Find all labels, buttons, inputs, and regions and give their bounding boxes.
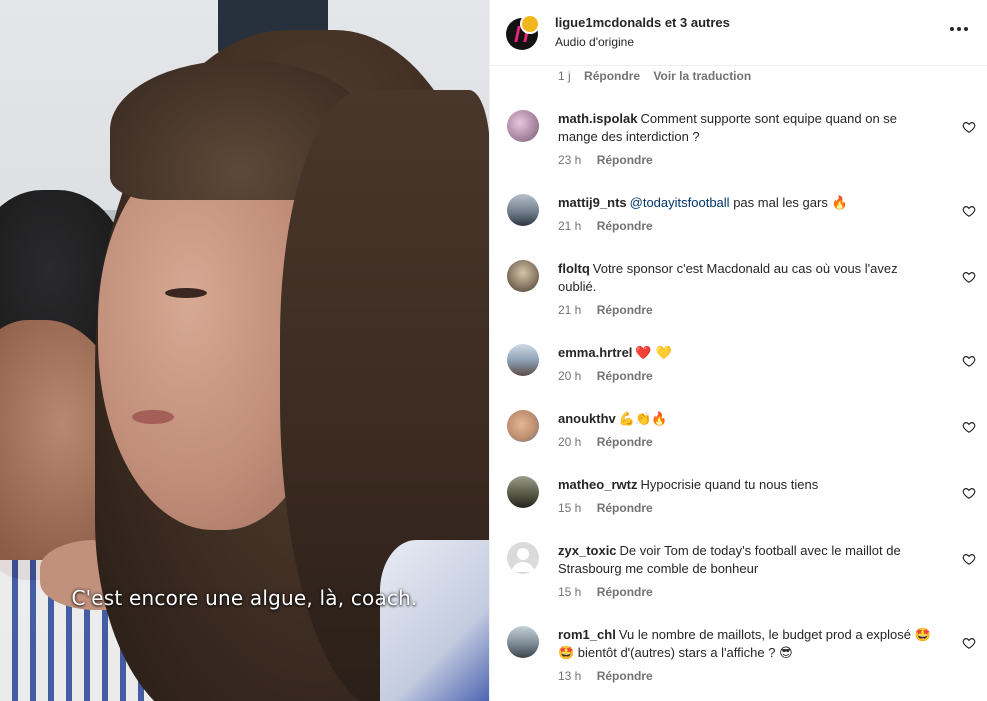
heart-outline-icon[interactable] [962, 486, 976, 500]
comment-meta: 21 h Répondre [558, 303, 665, 317]
comment-time: 15 h [558, 585, 582, 599]
comment-time: 13 h [558, 669, 582, 683]
heart-outline-icon[interactable] [962, 204, 976, 218]
comment-username[interactable]: math.ispolak [558, 111, 637, 126]
comment-username[interactable]: zyx_toxic [558, 543, 617, 558]
video-player[interactable]: C'est encore une algue, là, coach. [0, 0, 489, 701]
comments-panel: ligue1mcdonalds et 3 autres Audio d'orig… [489, 0, 987, 701]
video-girl-eye [165, 288, 207, 298]
comment-reply-button[interactable]: Répondre [597, 153, 653, 167]
comment-avatar[interactable] [507, 410, 539, 442]
comment-time: 23 h [558, 153, 582, 167]
heart-outline-icon[interactable] [962, 636, 976, 650]
comment-reply-button[interactable]: Répondre [597, 585, 653, 599]
comment-reply-button[interactable]: Répondre [597, 369, 653, 383]
comment-meta: 15 h Répondre [558, 585, 665, 599]
comment-body: mattij9_nts @todayitsfootball pas mal les… [558, 194, 938, 212]
comment-body: floltq Votre sponsor c'est Macdonald au c… [558, 260, 938, 296]
heart-outline-icon[interactable] [962, 420, 976, 434]
comment-avatar[interactable] [507, 626, 539, 658]
comment-body: matheo_rwtz Hypocrisie quand tu nous tien… [558, 476, 938, 494]
comment-time: 21 h [558, 219, 582, 233]
comment-text: ❤️ 💛 [635, 346, 672, 361]
comment-username[interactable]: floltq [558, 261, 590, 276]
comment-avatar[interactable] [507, 344, 539, 376]
default-avatar-icon[interactable] [507, 542, 539, 574]
comment-avatar[interactable] [507, 260, 539, 292]
comment-time: 20 h [558, 369, 582, 383]
comment-body: math.ispolak Comment supporte sont equipe… [558, 110, 938, 146]
comment-mention-link[interactable]: @todayitsfootball [630, 195, 730, 210]
caption-time: 1 j [558, 69, 571, 83]
caption-reply-button[interactable]: Répondre [584, 69, 640, 83]
comment-username[interactable]: mattij9_nts [558, 195, 627, 210]
comment-meta: 13 h Répondre [558, 669, 665, 683]
comment-body: zyx_toxic De voir Tom de today's football… [558, 542, 938, 578]
comment-username[interactable]: matheo_rwtz [558, 477, 637, 492]
comment-text: pas mal les gars 🔥 [733, 195, 848, 210]
comment-time: 21 h [558, 303, 582, 317]
comment-meta: 20 h Répondre [558, 435, 665, 449]
video-girl-shirt [380, 540, 489, 701]
comment-avatar[interactable] [507, 110, 539, 142]
post-header: ligue1mcdonalds et 3 autres Audio d'orig… [490, 0, 987, 66]
comment-reply-button[interactable]: Répondre [597, 219, 653, 233]
comment-avatar[interactable] [507, 194, 539, 226]
comment-body: rom1_chl Vu le nombre de maillots, le bud… [558, 626, 938, 662]
comment-username[interactable]: rom1_chl [558, 627, 616, 642]
comment-meta: 21 h Répondre [558, 219, 665, 233]
video-subtitle: C'est encore une algue, là, coach. [71, 586, 418, 610]
comment-reply-button[interactable]: Répondre [597, 501, 653, 515]
heart-outline-icon[interactable] [962, 354, 976, 368]
comment-time: 15 h [558, 501, 582, 515]
comment-meta: 23 h Répondre [558, 153, 665, 167]
other-authors-link[interactable]: et 3 autres [665, 15, 730, 30]
comment-time: 20 h [558, 435, 582, 449]
more-options-icon[interactable] [950, 24, 970, 34]
comment-reply-button[interactable]: Répondre [597, 669, 653, 683]
comment-reply-button[interactable]: Répondre [597, 303, 653, 317]
account-avatar[interactable] [506, 14, 540, 50]
heart-outline-icon[interactable] [962, 120, 976, 134]
audio-link[interactable]: Audio d'origine [555, 35, 634, 49]
comment-text: Hypocrisie quand tu nous tiens [640, 477, 819, 492]
comment-username[interactable]: emma.hrtrel [558, 345, 632, 360]
comment-text: Votre sponsor c'est Macdonald au cas où … [558, 261, 898, 294]
account-name-link[interactable]: ligue1mcdonalds [555, 15, 661, 30]
comment-body: anoukthv 💪👏🔥 [558, 410, 938, 429]
see-translation-button[interactable]: Voir la traduction [653, 69, 751, 83]
comment-username[interactable]: anoukthv [558, 411, 616, 426]
heart-outline-icon[interactable] [962, 270, 976, 284]
comment-meta: 20 h Répondre [558, 369, 665, 383]
comment-body: emma.hrtrel ❤️ 💛 [558, 344, 938, 363]
comment-reply-button[interactable]: Répondre [597, 435, 653, 449]
secondary-avatar-icon [520, 14, 540, 34]
video-girl-lips [132, 410, 174, 424]
post-authors: ligue1mcdonalds et 3 autres [555, 15, 730, 30]
heart-outline-icon[interactable] [962, 552, 976, 566]
caption-meta: 1 j Répondre Voir la traduction [558, 69, 761, 83]
comment-text: 💪👏🔥 [618, 412, 668, 427]
comment-avatar[interactable] [507, 476, 539, 508]
comment-meta: 15 h Répondre [558, 501, 665, 515]
